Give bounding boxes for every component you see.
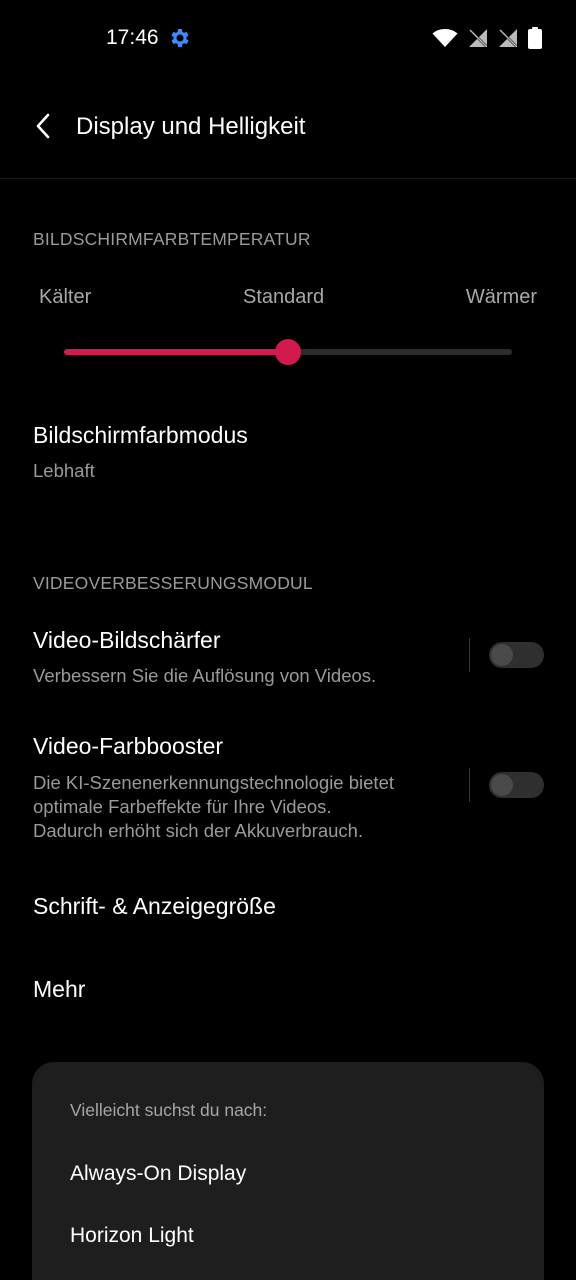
page-title: Display und Helligkeit xyxy=(76,113,306,140)
video-color-booster-description-line3: Dadurch erhöht sich der Akkuverbrauch. xyxy=(33,820,364,841)
back-chevron-icon xyxy=(35,113,51,144)
toggle-separator xyxy=(469,638,470,672)
video-sharpener-title: Video-Bildschärfer xyxy=(33,627,221,653)
toggle-knob xyxy=(491,774,513,796)
section-header-video-module: VIDEOVERBESSERUNGSMODUL xyxy=(33,573,313,593)
toggle-knob xyxy=(491,644,513,666)
slider-fill xyxy=(64,349,288,355)
section-header-color-temperature: BILDSCHIRMFARBTEMPERATUR xyxy=(33,229,311,249)
video-sharpener-toggle[interactable] xyxy=(489,642,544,668)
settings-gear-icon xyxy=(168,26,192,50)
video-sharpener-description: Verbessern Sie die Auflösung von Videos. xyxy=(33,665,377,686)
suggestion-horizon-light[interactable]: Horizon Light xyxy=(70,1224,194,1248)
status-icons xyxy=(432,27,542,49)
video-color-booster-toggle[interactable] xyxy=(489,772,544,798)
no-sim-icon xyxy=(468,28,488,48)
slider-thumb[interactable] xyxy=(275,339,301,365)
video-color-booster-title: Video-Farbbooster xyxy=(33,733,224,759)
color-temperature-slider[interactable] xyxy=(64,339,512,365)
battery-icon xyxy=(528,27,542,49)
wifi-icon xyxy=(432,28,458,48)
temperature-label-standard: Standard xyxy=(243,286,325,308)
color-mode-value: Lebhaft xyxy=(33,460,95,481)
toggle-separator xyxy=(469,768,470,802)
suggestions-header: Vielleicht suchst du nach: xyxy=(70,1100,268,1120)
temperature-label-warmer: Wärmer xyxy=(465,286,537,308)
status-time: 17:46 xyxy=(106,26,159,49)
back-button[interactable] xyxy=(26,110,60,146)
video-color-booster-description-line2: optimale Farbeffekte für Ihre Videos. xyxy=(33,796,332,817)
header-divider xyxy=(0,178,576,179)
suggestions-card: Vielleicht suchst du nach: Always-On Dis… xyxy=(32,1062,544,1280)
suggestion-always-on-display[interactable]: Always-On Display xyxy=(70,1162,246,1186)
color-mode-title: Bildschirmfarbmodus xyxy=(33,422,248,448)
settings-screen: 17:46 Display und Helligkeit BILDSCHIRMF… xyxy=(0,0,576,1280)
more-item[interactable]: Mehr xyxy=(33,976,85,1003)
temperature-label-cooler: Kälter xyxy=(39,286,92,308)
font-display-size-item[interactable]: Schrift- & Anzeigegröße xyxy=(33,893,276,920)
video-color-booster-description-line1: Die KI-Szenenerkennungstechnologie biete… xyxy=(33,772,394,793)
no-sim-icon xyxy=(498,28,518,48)
